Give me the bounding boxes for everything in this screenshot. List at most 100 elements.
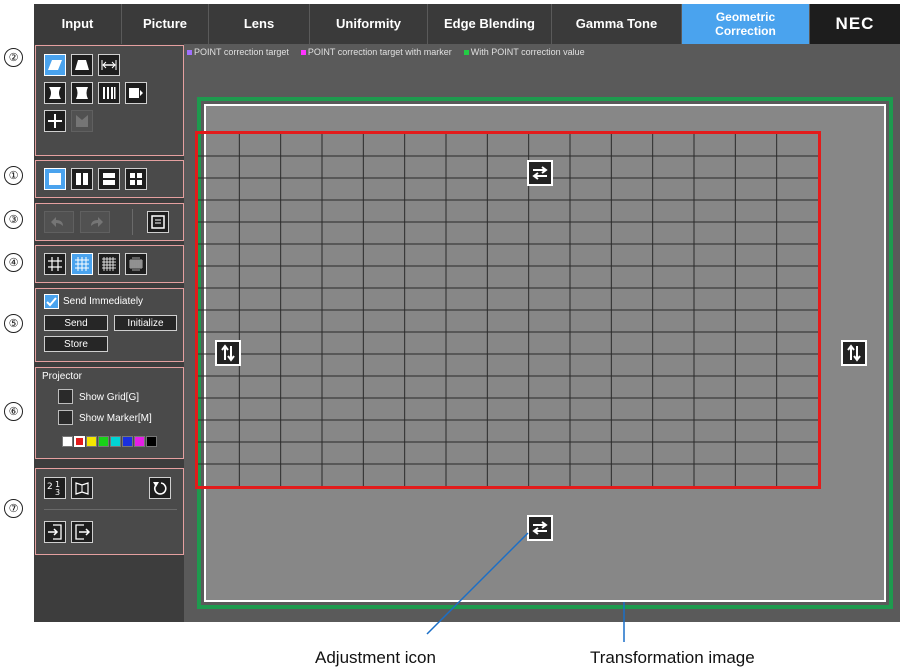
grid-medium-icon [75,257,89,271]
show-marker-checkbox[interactable] [58,410,73,425]
rotate-reset-icon [153,482,167,495]
point-mode-button[interactable] [44,110,66,132]
legend-label: POINT correction target with marker [307,47,452,57]
grid-4x4-button[interactable] [71,253,93,275]
grid-2x2-button[interactable] [44,253,66,275]
show-grid-label: Show Grid[G] [79,392,140,403]
horizontal-arrows-icon [101,60,117,70]
history-group [35,203,184,241]
tab-picture[interactable]: Picture [122,4,209,44]
undo-icon [51,217,63,227]
callout-3: ③ [4,210,23,229]
barrel-mode-button[interactable] [71,82,93,104]
keystone-mode-button[interactable] [44,54,66,76]
legend-item: With POINT correction value [463,47,585,57]
marker-color-swatch[interactable] [122,436,133,447]
number-order-icon: 2 13 [47,480,60,496]
numbering-button[interactable]: 213 [44,477,66,499]
vertical-stripes-icon [103,87,116,99]
left-tool-panel: Send Immediately Send Initialize Store P… [34,44,184,622]
file-operations-group: 213 [35,468,184,555]
layout-single-button[interactable] [44,168,66,190]
undo-button[interactable] [44,211,74,233]
marker-color-swatch[interactable] [74,436,85,447]
tab-geometric-correction[interactable]: Geometric Correction [682,4,810,44]
single-screen-icon [49,173,61,185]
callout-4: ④ [4,253,23,272]
document-list-icon [151,215,165,229]
grid-density-group [35,245,184,283]
grid-extra-fine-icon [129,257,143,271]
stripes-mode-button[interactable] [98,82,120,104]
send-button[interactable]: Send [44,315,108,331]
marker-color-swatch[interactable] [98,436,109,447]
layout-split-horizontal-button[interactable] [98,168,120,190]
tab-uniformity[interactable]: Uniformity [310,4,428,44]
tab-lens[interactable]: Lens [209,4,310,44]
legend-color-dot [187,50,192,56]
tab-input[interactable]: Input [34,4,122,44]
swap-vertical-icon [221,344,235,362]
export-button[interactable] [71,521,93,543]
group-divider [44,509,177,510]
marker-color-swatch[interactable] [134,436,145,447]
adjustment-icon-caption: Adjustment icon [315,648,436,667]
grid-fine-icon [102,257,116,271]
initialize-button[interactable]: Initialize [114,315,177,331]
legend-label: With POINT correction value [470,47,585,57]
crosshair-icon [48,114,62,128]
send-immediately-checkbox[interactable] [44,294,59,309]
callout-6: ⑥ [4,402,23,421]
transformation-image-caption: Transformation image [590,648,755,667]
screen-export-button[interactable] [125,82,147,104]
horizontal-stretch-button[interactable] [98,54,120,76]
nec-logo: NEC [810,4,900,44]
reset-button[interactable] [149,477,171,499]
marker-color-swatch[interactable] [146,436,157,447]
adjust-top-handle[interactable] [527,160,553,186]
list-view-button[interactable] [147,211,169,233]
split-vertical-icon [76,173,88,185]
screen-layout-group [35,160,184,198]
grid-lines [198,134,818,486]
parallelogram-icon [48,60,62,70]
swap-horizontal-icon [532,521,548,535]
trapezoid-mode-button[interactable] [71,54,93,76]
marker-color-swatch[interactable] [62,436,73,447]
send-group: Send Immediately Send Initialize Store [35,288,184,362]
curve-shape-icon [49,87,61,99]
adjust-left-handle[interactable] [215,340,241,366]
toolbar-divider [132,209,133,235]
warp-mode-button[interactable] [71,110,93,132]
grid-8x8-button[interactable] [98,253,120,275]
store-button[interactable]: Store [44,336,108,352]
import-button[interactable] [44,521,66,543]
grid-coarse-icon [48,257,62,271]
tab-edge-blending[interactable]: Edge Blending [428,4,552,44]
redo-button[interactable] [80,211,110,233]
book-view-button[interactable] [71,477,93,499]
callout-2: ② [4,48,23,67]
layout-split-vertical-button[interactable] [71,168,93,190]
grid-16x16-button[interactable] [125,253,147,275]
correction-mode-group [35,45,184,156]
marker-color-swatch[interactable] [110,436,121,447]
redo-icon [91,217,103,227]
pincushion-mode-button[interactable] [44,82,66,104]
marker-color-swatch[interactable] [86,436,97,447]
legend-color-dot [463,50,469,56]
adjust-right-handle[interactable] [841,340,867,366]
correction-grid[interactable] [195,131,821,489]
tab-gamma-tone[interactable]: Gamma Tone [552,4,682,44]
checkmark-icon [46,297,57,307]
legend-item: POINT correction target [187,47,289,57]
split-horizontal-icon [103,173,115,185]
show-grid-checkbox[interactable] [58,389,73,404]
open-book-icon [75,482,89,495]
tab-bar: Input Picture Lens Uniformity Edge Blend… [34,4,900,44]
hourglass-shape-icon [76,87,88,99]
warp-icon [76,115,88,127]
svg-text:2: 2 [47,482,53,492]
layout-quad-button[interactable] [125,168,147,190]
adjust-bottom-handle[interactable] [527,515,553,541]
